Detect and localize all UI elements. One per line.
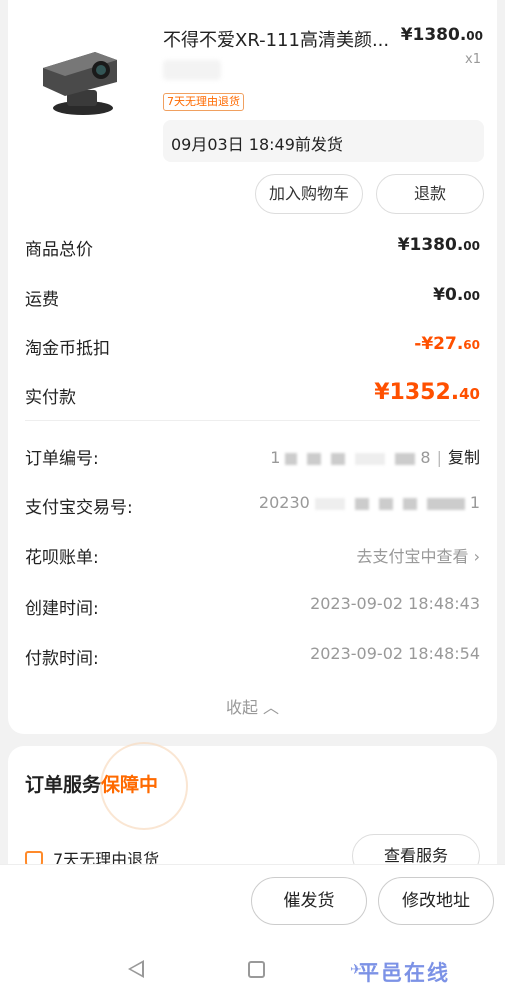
return-policy-tag: 7天无理由退货 <box>163 93 244 111</box>
alipay-tail: 1 <box>469 493 480 512</box>
home-icon[interactable] <box>248 961 265 978</box>
order-number-label: 订单编号: <box>25 449 99 469</box>
back-icon[interactable] <box>128 960 144 978</box>
coins-dec: 60 <box>463 338 480 352</box>
huabei-link-text: 去支付宝中查看 <box>356 547 469 566</box>
product-quantity: x1 <box>465 52 481 67</box>
redacted-segment <box>395 452 416 465</box>
paid-value: ¥1352.40 <box>374 380 480 405</box>
goods-total-dec: 00 <box>463 239 480 253</box>
product-title[interactable]: 不得不爱XR-111高清美颜... <box>163 26 389 52</box>
created-time-label: 创建时间: <box>25 599 99 619</box>
separator: | <box>436 448 442 467</box>
refund-button[interactable]: 退款 <box>376 174 484 214</box>
service-title-text: 订单服务 <box>25 774 102 796</box>
redacted-segment <box>354 497 369 510</box>
coins-value: -¥27.60 <box>414 334 480 354</box>
product-image[interactable] <box>35 42 125 122</box>
sku-redacted <box>163 60 221 80</box>
coins-int: -¥27. <box>414 334 464 354</box>
redacted-segment <box>307 452 322 465</box>
goods-total-value: ¥1380.00 <box>398 235 480 255</box>
paid-dec: 40 <box>459 385 480 403</box>
created-time-value: 2023-09-02 18:48:43 <box>310 594 480 613</box>
paid-time-label: 付款时间: <box>25 649 99 669</box>
divider <box>25 420 480 421</box>
collapse-label: 收起 <box>225 698 258 717</box>
alipay-value: 20230 1 <box>259 493 480 512</box>
redacted-segment <box>331 452 346 465</box>
ship-deadline-notice: 09月03日 18:49前发货 <box>163 120 484 162</box>
redacted-segment <box>402 497 417 510</box>
copy-button[interactable]: 复制 <box>448 448 480 467</box>
redacted-segment <box>285 452 298 465</box>
paid-time-value: 2023-09-02 18:48:54 <box>310 644 480 663</box>
huabei-link[interactable]: 去支付宝中查看 › <box>356 543 480 567</box>
watermark: 平邑在线 <box>358 961 450 985</box>
redacted-segment <box>426 497 465 510</box>
paid-int: ¥1352. <box>374 380 460 405</box>
coins-label: 淘金币抵扣 <box>25 339 110 359</box>
urge-shipment-button[interactable]: 催发货 <box>251 877 367 925</box>
order-number-tail: 8 <box>420 448 431 467</box>
add-to-cart-button[interactable]: 加入购物车 <box>255 174 363 214</box>
service-title: 订单服务保障中 <box>25 770 158 797</box>
order-number-head: 1 <box>270 448 281 467</box>
alipay-head: 20230 <box>258 493 310 512</box>
goods-total-int: ¥1380. <box>397 235 464 255</box>
product-price-int: ¥1380. <box>400 25 467 45</box>
chevron-right-icon: › <box>473 547 480 566</box>
goods-total-label: 商品总价 <box>25 240 93 260</box>
service-status: 保障中 <box>101 774 159 796</box>
redacted-segment <box>378 497 393 510</box>
chevron-up-icon: ︿ <box>263 698 280 717</box>
huabei-label: 花呗账单: <box>25 548 99 568</box>
shipping-int: ¥0. <box>433 285 464 305</box>
product-price-dec: 00 <box>466 29 483 43</box>
redacted-segment <box>314 497 345 510</box>
product-price: ¥1380.00 <box>401 25 483 45</box>
alipay-label: 支付宝交易号: <box>25 498 133 518</box>
collapse-button[interactable]: 收起 ︿ <box>0 694 505 718</box>
paid-label: 实付款 <box>25 388 76 408</box>
shipping-dec: 00 <box>463 289 480 303</box>
shipping-value: ¥0.00 <box>433 285 480 305</box>
change-address-button[interactable]: 修改地址 <box>378 877 494 925</box>
bottom-action-bar: 催发货 修改地址 <box>0 864 505 940</box>
order-number-value: 1 8 | 复制 <box>270 444 480 468</box>
shipping-label: 运费 <box>25 290 59 310</box>
redacted-segment <box>355 452 386 465</box>
